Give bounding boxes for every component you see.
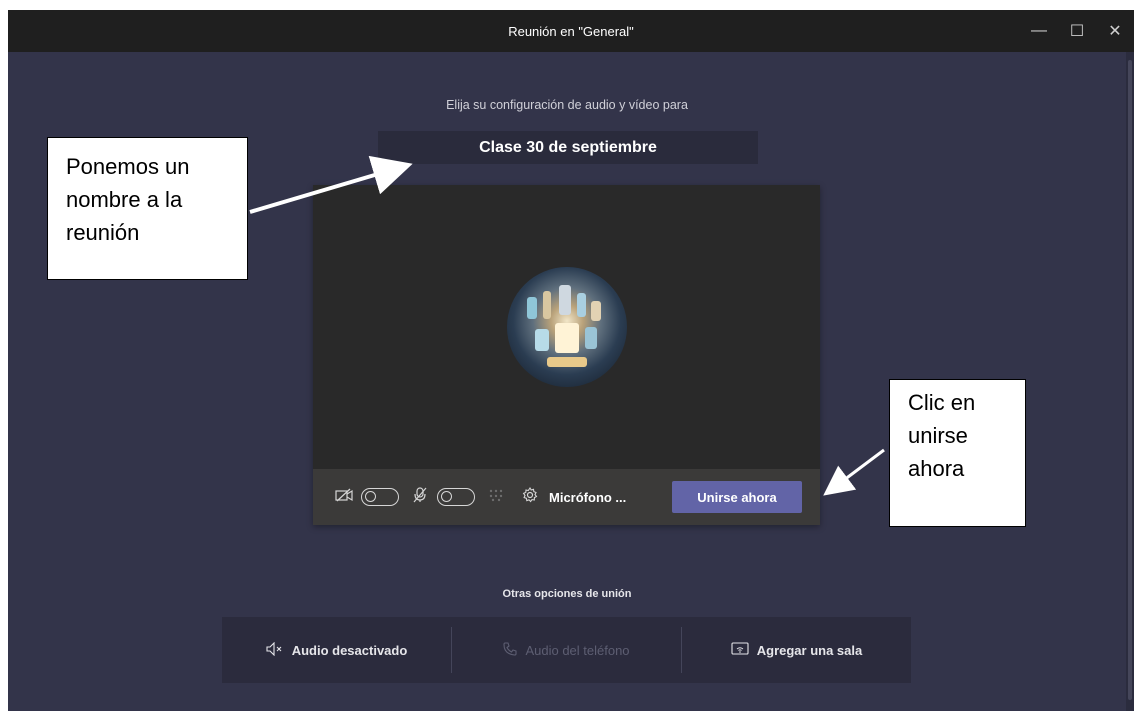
scrollbar-thumb[interactable] — [1128, 60, 1132, 700]
audio-off-option[interactable]: Audio desactivado — [222, 627, 451, 673]
title-bar: Reunión en "General" — ☐ ✕ — [8, 10, 1134, 52]
window-title: Reunión en "General" — [508, 23, 634, 39]
window-controls: — ☐ ✕ — [1020, 10, 1134, 52]
video-preview: Micrófono ... Unirse ahora — [313, 185, 820, 525]
callout-line: unirse — [908, 423, 968, 448]
device-settings-label[interactable]: Micrófono ... — [549, 490, 626, 505]
callout-line: Clic en — [908, 390, 976, 415]
callout-join-now: Clic en unirse ahora — [889, 379, 1026, 527]
microphone-toggle[interactable] — [437, 488, 475, 506]
mic-off-icon — [409, 487, 431, 507]
phone-icon — [503, 641, 518, 659]
speaker-mute-icon — [266, 641, 284, 659]
callout-line: ahora — [908, 456, 965, 481]
callout-line: Ponemos un — [66, 154, 190, 179]
camera-off-icon — [333, 488, 355, 506]
device-controls-bar: Micrófono ... Unirse ahora — [313, 469, 820, 525]
settings-gear-icon[interactable] — [519, 486, 541, 507]
meeting-name-field[interactable]: Clase 30 de septiembre — [378, 131, 758, 164]
add-room-label: Agregar una sala — [756, 642, 863, 658]
cast-screen-icon — [731, 641, 749, 659]
phone-audio-option[interactable]: Audio del teléfono — [452, 627, 681, 673]
scrollbar[interactable] — [1126, 52, 1134, 711]
other-join-options: Audio desactivado Audio del teléfono Agr… — [222, 617, 911, 683]
close-button[interactable]: ✕ — [1096, 10, 1134, 52]
camera-toggle-knob — [365, 491, 376, 502]
minimize-button[interactable]: — — [1020, 10, 1058, 52]
avatar — [507, 267, 627, 387]
maximize-button[interactable]: ☐ — [1058, 10, 1096, 52]
callout-meeting-name: Ponemos un nombre a la reunión — [47, 137, 248, 280]
callout-line: nombre a la — [66, 187, 183, 212]
camera-toggle[interactable] — [361, 488, 399, 506]
callout-line: reunión — [66, 220, 140, 245]
join-now-button[interactable]: Unirse ahora — [672, 481, 802, 513]
audio-off-label: Audio desactivado — [291, 642, 408, 658]
microphone-toggle-knob — [441, 491, 452, 502]
add-room-option[interactable]: Agregar una sala — [682, 627, 911, 673]
background-effects-icon[interactable] — [485, 488, 507, 506]
other-join-options-title: Otras opciones de unión — [502, 588, 632, 600]
prejoin-subtitle: Elija su configuración de audio y vídeo … — [446, 98, 688, 112]
phone-audio-label: Audio del teléfono — [525, 642, 630, 658]
